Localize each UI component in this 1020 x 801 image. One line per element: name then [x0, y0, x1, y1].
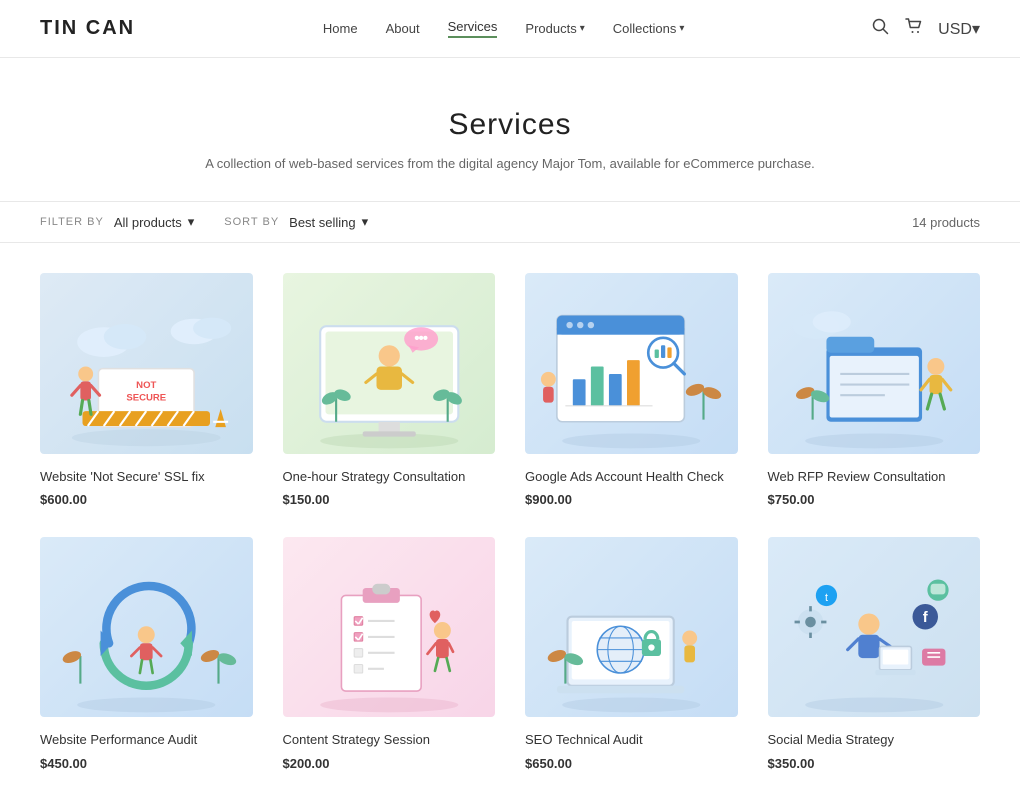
sort-by-label: SORT BY [224, 216, 279, 228]
product-title: One-hour Strategy Consultation [283, 468, 496, 486]
product-card[interactable]: Google Ads Account Health Check $900.00 [525, 273, 738, 507]
nav-collections-dropdown[interactable]: Collections ▾ [613, 21, 685, 36]
product-card[interactable]: Website Performance Audit $450.00 [40, 537, 253, 771]
filter-chevron-icon: ▾ [188, 214, 195, 230]
nav-products-dropdown[interactable]: Products ▾ [525, 21, 584, 36]
currency-selector[interactable]: USD▾ [938, 19, 980, 39]
nav-services[interactable]: Services [448, 19, 498, 38]
filter-by-group: FILTER BY All products ▾ [40, 214, 194, 230]
page-subtitle: A collection of web-based services from … [20, 156, 1000, 171]
product-image [40, 537, 253, 718]
filter-by-label: FILTER BY [40, 216, 104, 228]
nav-collections-label: Collections [613, 21, 677, 36]
product-illustration [283, 537, 496, 718]
product-card[interactable]: One-hour Strategy Consultation $150.00 [283, 273, 496, 507]
product-image [768, 273, 981, 454]
chevron-down-icon: ▾ [580, 23, 585, 34]
page-title: Services [20, 108, 1000, 142]
search-icon[interactable] [872, 18, 889, 40]
product-image: f t [768, 537, 981, 718]
nav-products-label: Products [525, 21, 576, 36]
product-image [525, 273, 738, 454]
svg-text:NOT: NOT [136, 380, 156, 391]
product-image [525, 537, 738, 718]
product-image: NOT SECURE [40, 273, 253, 454]
product-card[interactable]: Content Strategy Session $200.00 [283, 537, 496, 771]
product-count: 14 products [912, 215, 980, 230]
cart-icon[interactable] [905, 18, 922, 40]
filter-bar: FILTER BY All products ▾ SORT BY Best se… [0, 201, 1020, 243]
product-image [283, 273, 496, 454]
product-grid: NOT SECURE [0, 243, 1020, 801]
product-illustration [768, 273, 981, 454]
product-card[interactable]: Web RFP Review Consultation $750.00 [768, 273, 981, 507]
product-illustration: f t [768, 537, 981, 718]
product-illustration [525, 537, 738, 718]
product-card[interactable]: SEO Technical Audit $650.00 [525, 537, 738, 771]
sort-by-select[interactable]: Best selling ▾ [289, 214, 368, 230]
product-image [283, 537, 496, 718]
site-logo[interactable]: TIN CAN [40, 17, 135, 40]
product-illustration [283, 273, 496, 454]
product-card[interactable]: f t Social Media Strategy $350.00 [768, 537, 981, 771]
product-price: $750.00 [768, 492, 981, 507]
site-header: TIN CAN Home About Services Products ▾ C… [0, 0, 1020, 58]
product-price: $600.00 [40, 492, 253, 507]
filter-by-value: All products [114, 215, 182, 230]
svg-text:t: t [824, 592, 827, 604]
main-nav: Home About Services Products ▾ Collectio… [323, 19, 685, 38]
sort-by-group: SORT BY Best selling ▾ [224, 214, 368, 230]
svg-text:SECURE: SECURE [126, 393, 166, 404]
product-illustration [40, 537, 253, 718]
header-actions: USD▾ [872, 18, 980, 40]
product-price: $350.00 [768, 756, 981, 771]
filter-controls: FILTER BY All products ▾ SORT BY Best se… [40, 214, 368, 230]
product-price: $650.00 [525, 756, 738, 771]
product-price: $150.00 [283, 492, 496, 507]
nav-home[interactable]: Home [323, 21, 358, 36]
sort-by-value: Best selling [289, 215, 355, 230]
product-title: Website 'Not Secure' SSL fix [40, 468, 253, 486]
product-title: Content Strategy Session [283, 731, 496, 749]
page-header: Services A collection of web-based servi… [0, 58, 1020, 201]
sort-chevron-icon: ▾ [362, 214, 369, 230]
product-title: Web RFP Review Consultation [768, 468, 981, 486]
product-illustration [525, 273, 738, 454]
product-title: Google Ads Account Health Check [525, 468, 738, 486]
product-title: Social Media Strategy [768, 731, 981, 749]
filter-by-select[interactable]: All products ▾ [114, 214, 194, 230]
product-illustration: NOT SECURE [40, 273, 253, 454]
nav-about[interactable]: About [386, 21, 420, 36]
product-card[interactable]: NOT SECURE [40, 273, 253, 507]
product-title: Website Performance Audit [40, 731, 253, 749]
product-price: $450.00 [40, 756, 253, 771]
product-price: $200.00 [283, 756, 496, 771]
product-price: $900.00 [525, 492, 738, 507]
chevron-down-icon: ▾ [679, 23, 684, 34]
product-title: SEO Technical Audit [525, 731, 738, 749]
svg-text:f: f [922, 610, 927, 626]
